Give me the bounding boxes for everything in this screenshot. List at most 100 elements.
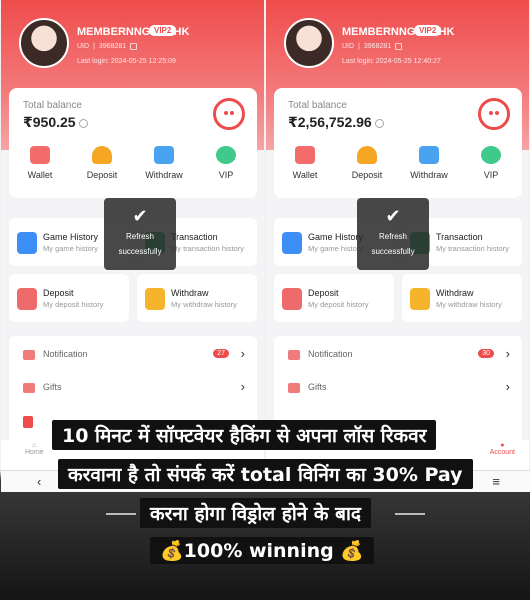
balance-value-row: ₹2,56,752.96: [288, 114, 384, 131]
gifts-row[interactable]: Gifts ›: [274, 373, 522, 403]
wallet-button[interactable]: Wallet: [13, 146, 68, 180]
transaction-sub: My transaction history: [171, 244, 244, 253]
overlay-line-2: करवाना है तो संपर्क करें total विनिंग का…: [58, 459, 473, 489]
deposit-history-icon: [282, 288, 302, 310]
refresh-icon[interactable]: [374, 118, 384, 128]
gift-icon: [288, 383, 300, 393]
toast-text-1: Refresh: [378, 232, 407, 241]
transaction-title: Transaction: [171, 232, 218, 242]
notification-row[interactable]: Notification 27 ›: [9, 340, 257, 370]
withdraw-history-title: Withdraw: [171, 288, 209, 298]
vip-icon: [481, 146, 501, 164]
withdraw-history-card[interactable]: Withdraw My withdraw history: [137, 274, 257, 322]
notification-label: Notification: [43, 349, 88, 359]
deposit-history-title: Deposit: [43, 288, 74, 298]
toast-text-2: successfully: [371, 247, 415, 256]
toast-text-1: Refresh: [125, 232, 154, 241]
wallet-label: Wallet: [27, 170, 53, 180]
uid-label: UID: [77, 43, 90, 50]
deposit-icon: [92, 146, 112, 164]
account-icon: ●: [500, 442, 505, 449]
deposit-history-sub: My deposit history: [308, 300, 369, 309]
notification-badge: 27: [213, 349, 229, 358]
balance-value: ₹950.25: [23, 114, 76, 130]
refresh-toast: ✔ Refresh successfully: [104, 198, 176, 270]
withdraw-history-icon: [145, 288, 165, 310]
withdraw-button[interactable]: Withdraw: [137, 146, 192, 180]
balance-card: Total balance ₹950.25 Wallet Deposit Wit…: [9, 88, 257, 198]
uid-value: 3968281: [98, 43, 127, 50]
uid-label: UID: [342, 43, 355, 50]
chevron-right-icon: ›: [240, 379, 245, 394]
withdraw-history-title: Withdraw: [436, 288, 474, 298]
vip-badge: VIP2: [149, 25, 177, 36]
nav-account-label: Account: [489, 449, 515, 456]
transaction-title: Transaction: [436, 232, 483, 242]
withdraw-label: Withdraw: [410, 170, 448, 180]
withdraw-history-sub: My withdraw history: [171, 300, 237, 309]
nav-home[interactable]: ⌂ Home: [25, 442, 44, 456]
quick-actions: Wallet Deposit Withdraw VIP: [9, 146, 257, 180]
refresh-icon[interactable]: [78, 118, 88, 128]
deposit-button[interactable]: Deposit: [75, 146, 130, 180]
mail-icon: [288, 350, 300, 360]
transaction-sub: My transaction history: [436, 244, 509, 253]
vip-badge: VIP2: [414, 25, 442, 36]
chevron-right-icon: ›: [240, 346, 245, 361]
deposit-label: Deposit: [351, 170, 383, 180]
notification-label: Notification: [308, 349, 353, 359]
withdraw-icon: [154, 146, 174, 164]
game-history-title: Game History: [43, 232, 99, 242]
balance-card: Total balance ₹2,56,752.96 Wallet Deposi…: [274, 88, 522, 198]
avatar[interactable]: [19, 18, 69, 68]
wallet-button[interactable]: Wallet: [278, 146, 333, 180]
game-history-title: Game History: [308, 232, 364, 242]
wallet-icon: [30, 146, 50, 164]
overlay-line-4: 💰100% winning 💰: [150, 537, 374, 564]
deposit-history-title: Deposit: [308, 288, 339, 298]
notification-badge: 30: [478, 349, 494, 358]
avatar[interactable]: [284, 18, 334, 68]
deposit-history-sub: My deposit history: [43, 300, 104, 309]
deposit-label: Deposit: [86, 170, 118, 180]
notification-row[interactable]: Notification 30 ›: [274, 340, 522, 370]
nav-account[interactable]: ● Account: [490, 442, 515, 456]
mascot-icon: [478, 98, 510, 130]
mail-icon: [23, 350, 35, 360]
withdraw-button[interactable]: Withdraw: [402, 146, 457, 180]
vip-button[interactable]: VIP: [199, 146, 254, 180]
balance-label: Total balance: [288, 100, 347, 111]
gifts-label: Gifts: [43, 382, 62, 392]
balance-value-row: ₹950.25: [23, 114, 88, 131]
last-login: Last login: 2024-05-25 12:40:27: [342, 58, 441, 65]
copy-icon[interactable]: [395, 43, 403, 50]
uid-divider: |: [93, 43, 95, 50]
last-login: Last login: 2024-05-25 12:25:09: [77, 58, 176, 65]
withdraw-icon: [419, 146, 439, 164]
deposit-icon: [357, 146, 377, 164]
withdraw-history-icon: [410, 288, 430, 310]
vip-icon: [216, 146, 236, 164]
decorative-line: [395, 513, 425, 515]
menu-icon[interactable]: ≡: [492, 474, 500, 489]
deposit-history-icon: [17, 288, 37, 310]
deposit-history-card[interactable]: Deposit My deposit history: [274, 274, 394, 322]
deposit-history-card[interactable]: Deposit My deposit history: [9, 274, 129, 322]
gifts-row[interactable]: Gifts ›: [9, 373, 257, 403]
withdraw-label: Withdraw: [145, 170, 183, 180]
withdraw-history-card[interactable]: Withdraw My withdraw history: [402, 274, 522, 322]
quick-actions: Wallet Deposit Withdraw VIP: [274, 146, 522, 180]
uid-row: UID | 3968281: [77, 43, 138, 50]
vip-label: VIP: [218, 170, 234, 180]
deposit-button[interactable]: Deposit: [340, 146, 395, 180]
chevron-right-icon: ›: [505, 346, 510, 361]
mascot-icon: [213, 98, 245, 130]
game-history-icon: [17, 232, 37, 254]
wallet-icon: [295, 146, 315, 164]
overlay-line-1: 10 मिनट में सॉफ्टवेयर हैकिंग से अपना लॉस…: [52, 420, 437, 450]
gift-icon: [23, 383, 35, 393]
refresh-toast: ✔ Refresh successfully: [357, 198, 429, 270]
vip-button[interactable]: VIP: [464, 146, 519, 180]
back-arrow-icon[interactable]: ‹: [37, 474, 41, 489]
copy-icon[interactable]: [130, 43, 138, 50]
